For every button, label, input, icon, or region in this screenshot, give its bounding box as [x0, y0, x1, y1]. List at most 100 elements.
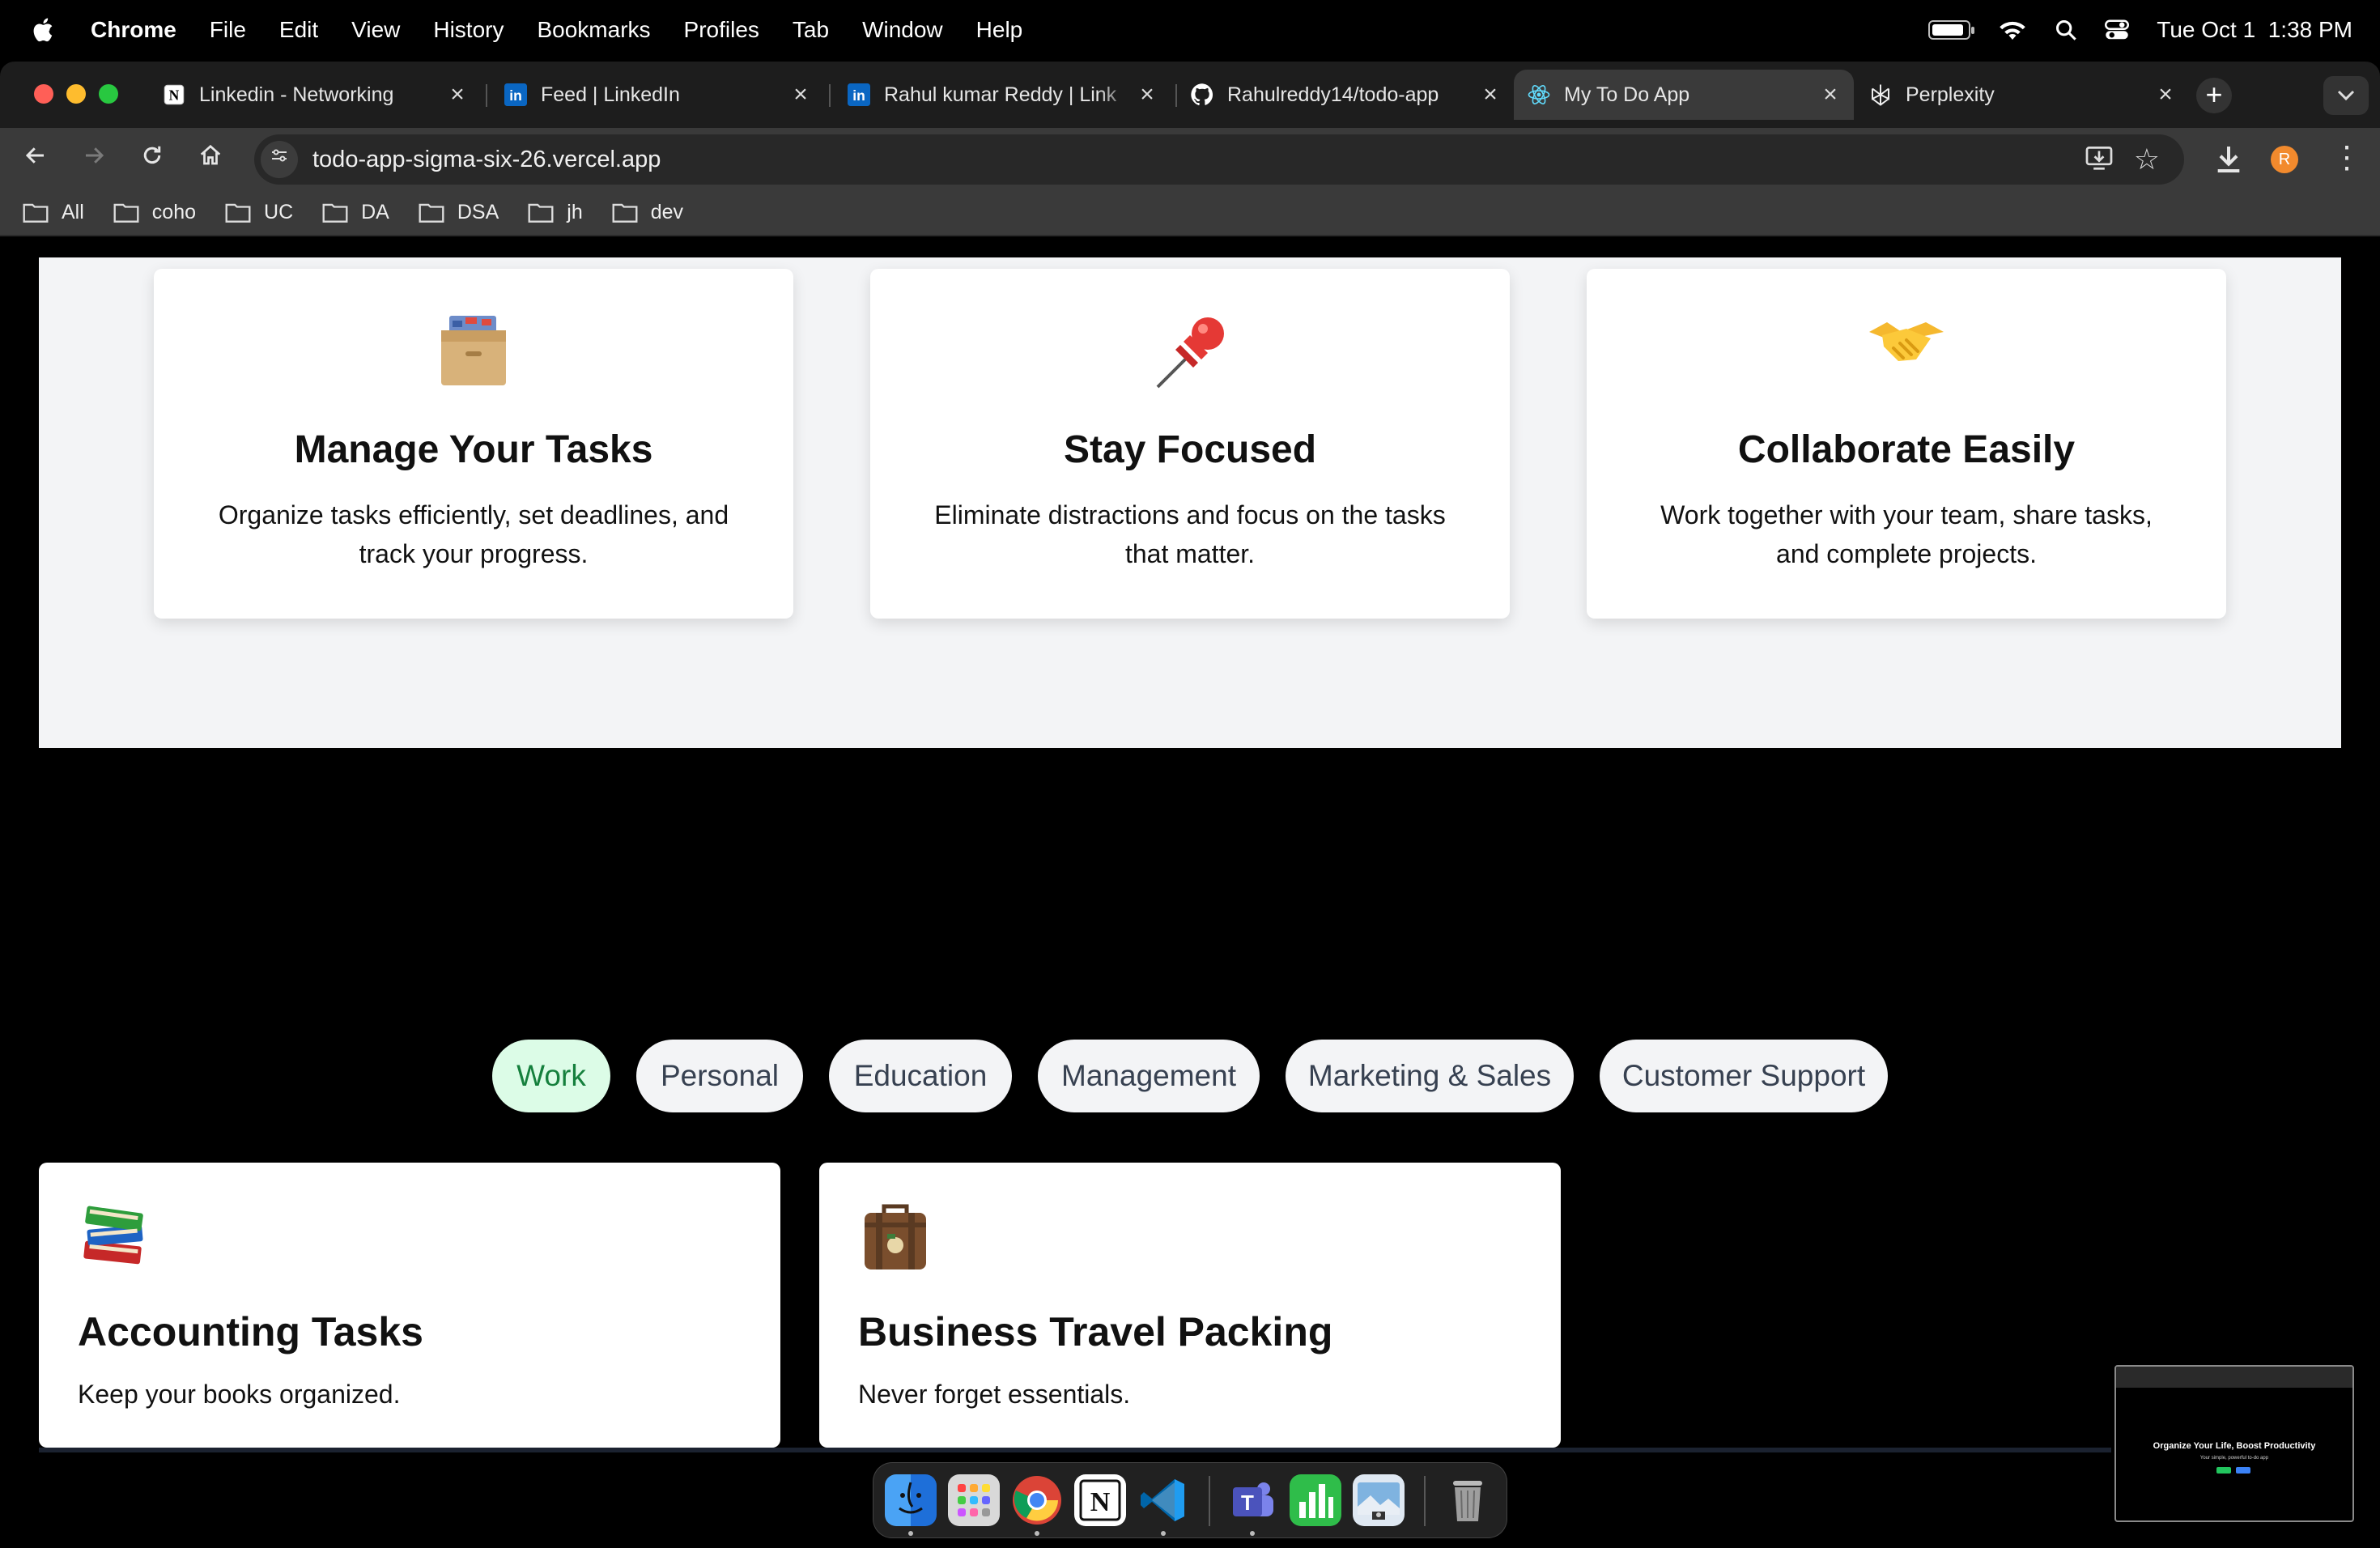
feature-description: Eliminate distractions and focus on the …	[934, 500, 1446, 568]
battery-icon[interactable]	[1928, 20, 1975, 40]
tab-my-to-do-app[interactable]: My To Do App ×	[1514, 70, 1854, 120]
notion-icon: N	[162, 83, 186, 107]
bookmark-label: coho	[151, 200, 197, 223]
launchpad-icon[interactable]	[948, 1474, 1000, 1526]
category-filter-bar: Work Personal Education Management Marke…	[0, 1040, 2380, 1114]
menu-window[interactable]: Window	[862, 17, 943, 43]
running-indicator	[1250, 1531, 1255, 1536]
more-menu-icon[interactable]: ⋮	[2331, 139, 2362, 178]
thumbnail-browser-bar	[2116, 1367, 2352, 1388]
home-button[interactable]	[191, 139, 230, 178]
reload-icon	[143, 146, 161, 164]
teams-icon[interactable]: T	[1226, 1474, 1278, 1526]
bookmark-folder-jh[interactable]: jh	[528, 200, 583, 224]
bookmark-label: All	[62, 200, 84, 223]
tab-strip: N Linkedin - Networking × in Feed | Link…	[0, 62, 2380, 128]
forward-button[interactable]	[74, 139, 113, 178]
tab-search-button[interactable]	[2323, 76, 2369, 115]
spotlight-search-icon[interactable]	[2055, 19, 2077, 41]
install-app-icon[interactable]	[2085, 147, 2113, 171]
tab-perplexity[interactable]: Perplexity ×	[1855, 70, 2189, 120]
thumbnail-button	[2216, 1467, 2231, 1474]
vscode-icon[interactable]	[1137, 1474, 1189, 1526]
menu-bookmarks[interactable]: Bookmarks	[537, 17, 650, 43]
close-icon[interactable]: ×	[1818, 81, 1842, 108]
url-text[interactable]: todo-app-sigma-six-26.vercel.app	[312, 134, 661, 185]
menu-file[interactable]: File	[210, 17, 246, 43]
arrow-right-icon	[86, 147, 104, 164]
profile-avatar[interactable]: R	[2271, 146, 2298, 173]
bookmark-folder-da[interactable]: DA	[322, 201, 389, 224]
thumbnail-title: Organize Your Life, Boost Productivity	[2153, 1441, 2316, 1451]
bookmark-folder-coho[interactable]: coho	[113, 201, 196, 224]
tab-divider	[829, 84, 831, 107]
tab-title: Rahul kumar Reddy | Link	[884, 83, 1117, 106]
trash-icon[interactable]	[1442, 1474, 1494, 1526]
apple-logo-icon[interactable]	[31, 16, 58, 44]
tab-github-todo-app[interactable]: Rahulreddy14/todo-app ×	[1177, 70, 1514, 120]
menu-app-name[interactable]: Chrome	[91, 17, 176, 43]
close-icon[interactable]: ×	[1478, 81, 1502, 108]
svg-text:N: N	[1090, 1487, 1111, 1517]
luggage-icon	[858, 1198, 933, 1273]
dock-separator	[1209, 1476, 1210, 1526]
menu-help[interactable]: Help	[976, 17, 1023, 43]
bookmark-folder-dsa[interactable]: DSA	[419, 201, 499, 224]
window-minimize-button[interactable]	[66, 84, 86, 104]
bookmark-folder-uc[interactable]: UC	[225, 201, 293, 224]
category-chip-personal[interactable]: Personal	[636, 1040, 803, 1112]
thumbnail-subtitle: Your simple, powerful to-do app	[2199, 1456, 2269, 1461]
window-close-button[interactable]	[34, 84, 53, 104]
screenshot-preview-thumbnail[interactable]: Organize Your Life, Boost Productivity Y…	[2114, 1365, 2354, 1522]
chrome-icon[interactable]	[1011, 1474, 1063, 1526]
category-chip-customer-support[interactable]: Customer Support	[1600, 1040, 1888, 1112]
bookmark-label: jh	[567, 200, 583, 223]
task-card-accounting[interactable]: Accounting Tasks Keep your books organiz…	[39, 1163, 780, 1448]
bookmark-label: DA	[361, 200, 389, 223]
running-indicator	[908, 1531, 913, 1536]
reload-button[interactable]	[133, 139, 172, 178]
feature-description: Organize tasks efficiently, set deadline…	[218, 500, 729, 568]
running-indicator	[1161, 1531, 1166, 1536]
close-icon[interactable]: ×	[1135, 81, 1159, 108]
close-icon[interactable]: ×	[2153, 81, 2178, 108]
tab-feed-linkedin[interactable]: in Feed | LinkedIn ×	[491, 70, 824, 120]
address-bar[interactable]: todo-app-sigma-six-26.vercel.app ☆	[254, 134, 2184, 185]
tab-title: Perplexity	[1906, 83, 1995, 106]
tab-linkedin-networking[interactable]: N Linkedin - Networking ×	[149, 70, 481, 120]
notion-icon[interactable]: N	[1074, 1474, 1126, 1526]
home-icon	[200, 144, 221, 165]
tab-rahul-linkedin[interactable]: in Rahul kumar Reddy | Link ×	[834, 70, 1171, 120]
menu-view[interactable]: View	[351, 17, 400, 43]
bookmark-folder-all[interactable]: All	[23, 201, 84, 224]
window-zoom-button[interactable]	[99, 84, 118, 104]
category-chip-education[interactable]: Education	[829, 1040, 1012, 1112]
task-card-business-travel[interactable]: Business Travel Packing Never forget ess…	[819, 1163, 1561, 1448]
category-chip-management[interactable]: Management	[1038, 1040, 1260, 1112]
category-chip-marketing-sales[interactable]: Marketing & Sales	[1286, 1040, 1574, 1112]
download-icon[interactable]	[2212, 141, 2245, 176]
back-button[interactable]	[16, 139, 55, 178]
folder-icon	[612, 203, 638, 223]
books-icon	[76, 1198, 151, 1273]
bookmark-folder-dev[interactable]: dev	[612, 201, 683, 224]
close-icon[interactable]: ×	[445, 81, 470, 108]
preview-icon[interactable]	[1353, 1474, 1405, 1526]
feature-title: Manage Your Tasks	[294, 428, 653, 471]
menubar-clock[interactable]: Tue Oct 1 1:38 PM	[2157, 17, 2352, 43]
wifi-icon[interactable]	[1998, 19, 2027, 41]
site-info-icon[interactable]	[261, 141, 298, 178]
close-icon[interactable]: ×	[788, 81, 813, 108]
bookmark-star-icon[interactable]: ☆	[2134, 141, 2160, 178]
menu-edit[interactable]: Edit	[279, 17, 318, 43]
category-chip-work[interactable]: Work	[492, 1040, 610, 1112]
numbers-icon[interactable]	[1290, 1474, 1341, 1526]
finder-icon[interactable]	[885, 1474, 937, 1526]
svg-text:T: T	[1241, 1491, 1254, 1515]
menu-history[interactable]: History	[433, 17, 504, 43]
control-center-icon[interactable]	[2105, 19, 2130, 41]
new-tab-button[interactable]: +	[2196, 78, 2232, 113]
menu-tab[interactable]: Tab	[793, 17, 829, 43]
browser-toolbar: todo-app-sigma-six-26.vercel.app ☆ R ⋮	[0, 128, 2380, 189]
menu-profiles[interactable]: Profiles	[684, 17, 759, 43]
